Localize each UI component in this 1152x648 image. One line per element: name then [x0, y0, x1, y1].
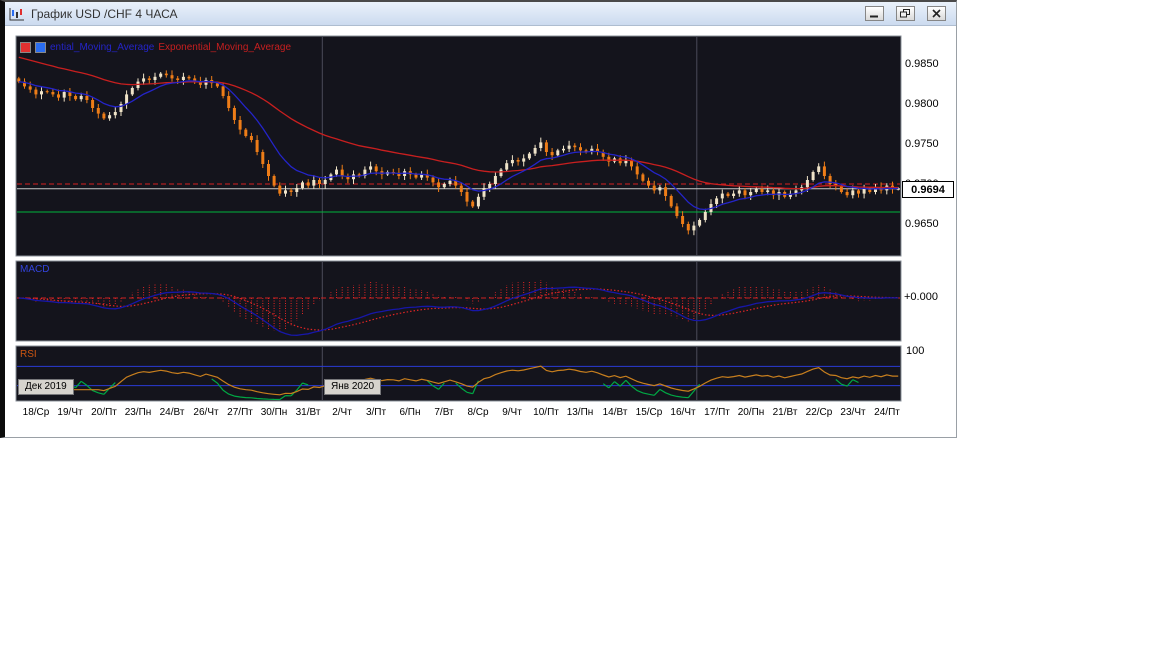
close-button[interactable]: [927, 6, 946, 21]
close-icon: [932, 9, 941, 18]
restore-button[interactable]: [896, 6, 915, 21]
minimize-button[interactable]: [865, 6, 884, 21]
ema-fast-legend-label: ential_Moving_Average: [50, 42, 154, 53]
chart-icon: [9, 7, 25, 21]
rsi-axis-label: 100: [906, 345, 924, 357]
minimize-icon: [869, 9, 880, 18]
macd-panel-label: MACD: [20, 264, 49, 275]
indicator-legend: ential_Moving_Average Exponential_Moving…: [20, 42, 291, 53]
window-title: График USD /CHF 4 ЧАСА: [31, 7, 177, 21]
ema-color-chip-blue[interactable]: [35, 42, 46, 53]
chart-plot-area[interactable]: [16, 36, 901, 402]
titlebar[interactable]: График USD /CHF 4 ЧАСА: [5, 2, 956, 26]
current-price-box: 0.9694: [902, 181, 954, 198]
macd-axis-label: +0.000: [904, 291, 938, 303]
restore-icon: [900, 9, 911, 18]
desktop: График USD /CHF 4 ЧАСА ential_Moving_Ave…: [0, 0, 1152, 648]
window-buttons: [865, 6, 946, 21]
ema-color-chip-red[interactable]: [20, 42, 31, 53]
ema-slow-legend-label: Exponential_Moving_Average: [158, 42, 291, 53]
rsi-panel-label: RSI: [20, 349, 37, 360]
